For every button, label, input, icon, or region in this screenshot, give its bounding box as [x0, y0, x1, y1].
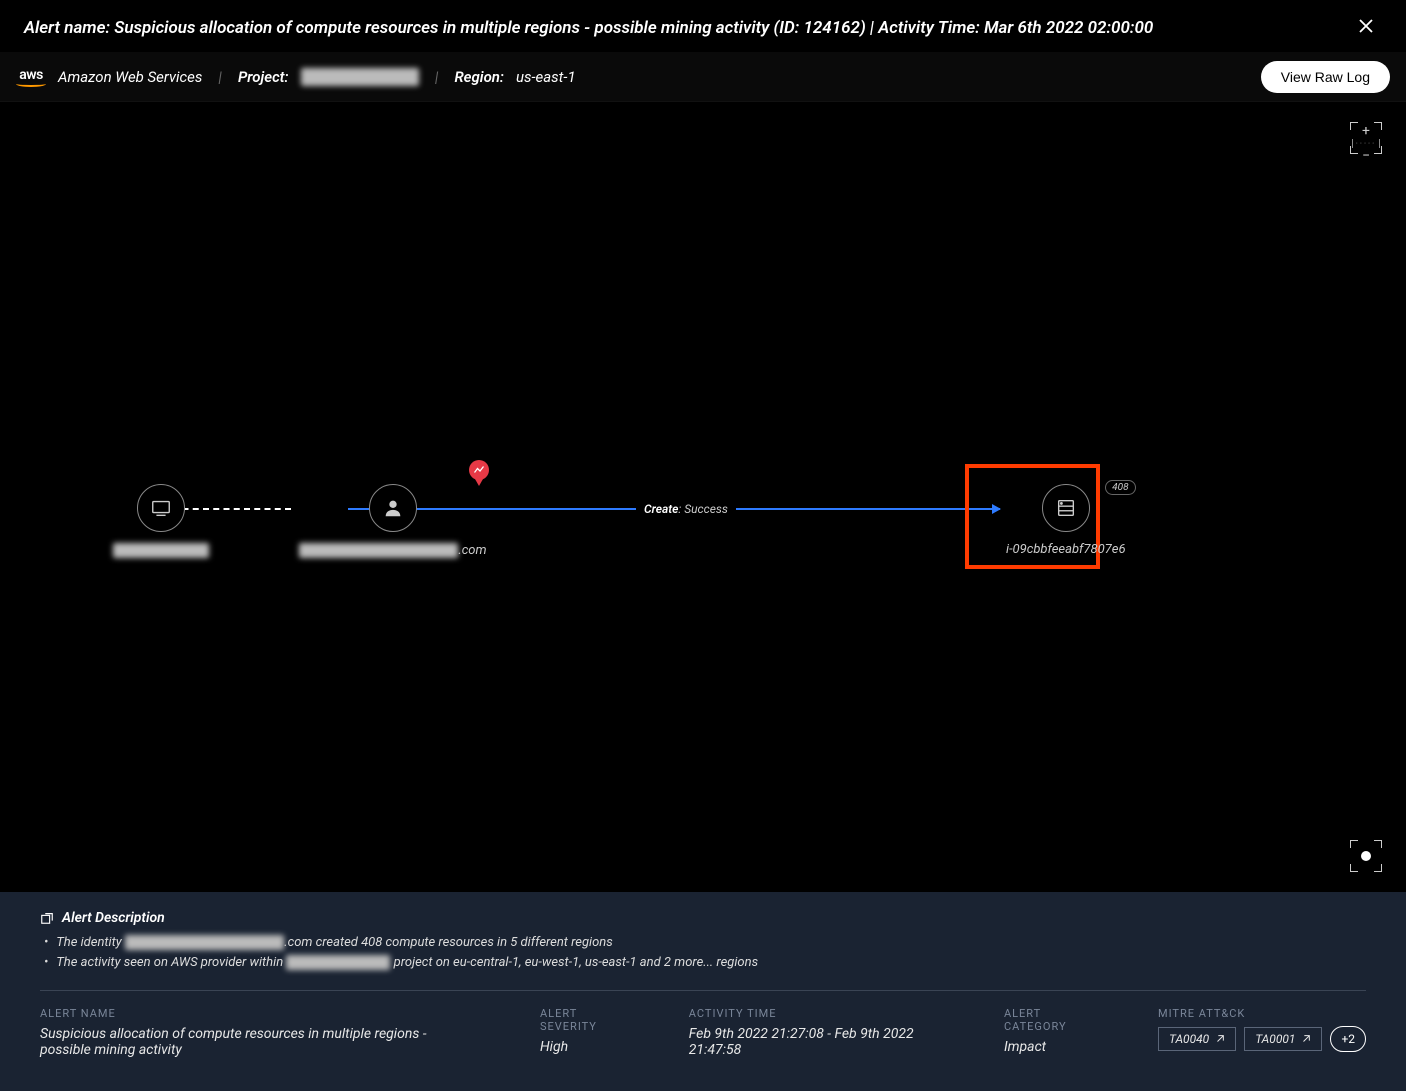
activity-time-label: ACTIVITY TIME — [689, 1007, 944, 1020]
divider — [40, 990, 1366, 991]
mitre-tag[interactable]: TA0040 — [1158, 1027, 1236, 1051]
node-identity[interactable]: ████████████████.com — [299, 484, 487, 558]
mitre-label: MITRE ATT&CK — [1158, 1007, 1366, 1020]
description-item: The activity seen on AWS provider within… — [44, 952, 1366, 972]
alert-name-value: Suspicious allocation of compute resourc… — [40, 1026, 480, 1058]
recenter-button[interactable] — [1350, 840, 1382, 872]
details-panel: Alert Description The identity █████████… — [0, 892, 1406, 1091]
alert-title: Alert name: Suspicious allocation of com… — [24, 18, 1153, 38]
alert-name-label: ALERT NAME — [40, 1007, 480, 1020]
activity-time-value: Feb 9th 2022 21:27:08 - Feb 9th 2022 21:… — [689, 1026, 944, 1058]
description-header: Alert Description — [40, 910, 1366, 926]
category-label: ALERT CATEGORY — [1004, 1007, 1098, 1033]
severity-label: ALERT SEVERITY — [540, 1007, 629, 1033]
target-icon — [1361, 851, 1371, 861]
external-link-icon — [1215, 1034, 1225, 1044]
context-bar: aws Amazon Web Services | Project: █████… — [0, 52, 1406, 102]
graph-canvas[interactable]: + ····· − Create: Success ██-██-██-██ — [0, 102, 1406, 892]
resource-id: i-09cbbfeeabf7807e6 — [1006, 542, 1126, 557]
mitre-more-button[interactable]: +2 — [1330, 1026, 1366, 1052]
provider-name: Amazon Web Services — [58, 68, 202, 86]
zoom-scale-icon: ····· — [1352, 139, 1380, 148]
node-source-host[interactable]: ██-██-██-██ — [113, 484, 209, 558]
mitre-tag[interactable]: TA0001 — [1244, 1027, 1322, 1051]
metadata-row: ALERT NAME Suspicious allocation of comp… — [40, 1007, 1366, 1058]
node-resource[interactable]: 408 i-09cbbfeeabf7807e6 — [1006, 484, 1126, 557]
category-value: Impact — [1004, 1039, 1098, 1055]
external-link-icon — [1301, 1034, 1311, 1044]
project-value: ██████████ — [301, 68, 419, 86]
user-icon — [382, 497, 404, 519]
zoom-in-button[interactable]: + — [1362, 124, 1370, 138]
popup-icon — [40, 911, 54, 925]
close-button[interactable] — [1350, 13, 1382, 43]
zoom-frame-icon[interactable]: + ····· − — [1350, 122, 1382, 154]
monitor-icon — [150, 497, 172, 519]
zoom-controls: + ····· − — [1350, 122, 1382, 154]
region-value: us-east-1 — [516, 68, 576, 86]
project-label: Project: — [238, 68, 289, 86]
edge-label: Create: Success — [636, 500, 736, 518]
aws-logo-icon: aws — [16, 67, 46, 87]
region-label: Region: — [454, 68, 504, 86]
description-list: The identity ████████████████.com create… — [44, 932, 1366, 972]
alert-header: Alert name: Suspicious allocation of com… — [0, 4, 1406, 52]
view-raw-log-button[interactable]: View Raw Log — [1261, 61, 1390, 93]
server-list-icon — [1055, 497, 1077, 519]
zoom-out-button[interactable]: − — [1362, 149, 1370, 163]
severity-value: High — [540, 1039, 629, 1055]
resource-count-badge: 408 — [1105, 480, 1135, 495]
description-item: The identity ████████████████.com create… — [44, 932, 1366, 952]
alert-badge-icon — [469, 460, 489, 480]
